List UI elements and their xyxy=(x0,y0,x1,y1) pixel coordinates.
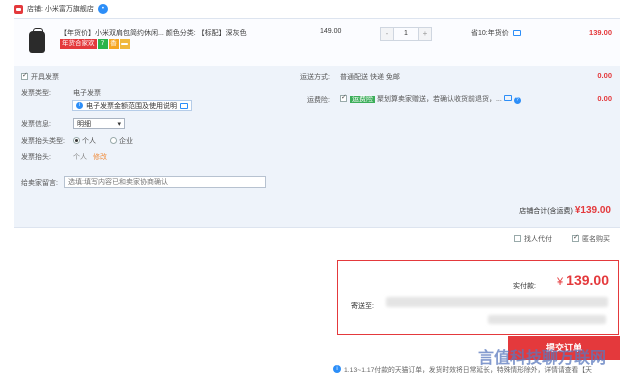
service-badge: 香 xyxy=(108,39,119,49)
order-options-panel: 开具发票 发票类型: 电子发票 i电子发票金额范围及使用说明 发票信息: 明细 ▾… xyxy=(14,66,620,227)
qty-minus-button[interactable]: - xyxy=(381,28,393,40)
invoice-toggle-label: 开具发票 xyxy=(31,74,59,81)
insurance-info: 运费险 聚划算卖家赠送，若确认收货前退货，... ? xyxy=(340,93,521,104)
invoice-title-type-label: 发票抬头类型: xyxy=(21,138,65,145)
promo-badge: 年货合家欢 xyxy=(60,39,97,49)
payment-summary: 实付款: ¥139.00 寄送至: xyxy=(337,260,619,335)
insurance-amount: 0.00 xyxy=(597,94,612,103)
chevron-down-icon: ▾ xyxy=(117,120,121,128)
message-icon xyxy=(180,102,188,109)
note-input[interactable] xyxy=(64,176,266,188)
invoice-type-value: 电子发票 xyxy=(73,90,101,97)
invoice-info-box[interactable]: i 电子发票金额范围及使用说明 xyxy=(72,100,192,111)
info-icon: i xyxy=(76,102,83,109)
currency-symbol: ¥ xyxy=(557,276,564,288)
card-icon: ▬ xyxy=(119,39,130,49)
proxy-pay-label: 找人代付 xyxy=(524,236,552,243)
store-icon xyxy=(14,4,23,14)
proxy-pay-option[interactable]: 找人代付 xyxy=(514,234,552,244)
radio-company-label: 企业 xyxy=(119,138,133,145)
divider xyxy=(14,227,620,228)
invoice-title-value: 个人 xyxy=(73,154,87,161)
order-item-row: 【年货价】小米双肩包简约休闲... 颜色分类: 【标配】深灰色 年货合家欢 7 … xyxy=(14,18,620,66)
invoice-info-select[interactable]: 明细 ▾ xyxy=(73,118,125,129)
invoice-type-label: 发票类型: xyxy=(21,90,51,97)
insurance-label: 运费险: xyxy=(307,97,330,104)
insurance-text: 聚划算卖家赠送，若确认收货前退货，... xyxy=(376,96,502,103)
address-redacted xyxy=(386,297,608,307)
proxy-pay-checkbox[interactable] xyxy=(514,235,521,242)
invoice-info-link[interactable]: 电子发票金额范围及使用说明 xyxy=(86,101,177,111)
quantity-stepper[interactable]: - 1 + xyxy=(380,27,432,41)
insurance-tag: 运费险 xyxy=(350,96,375,103)
invoice-checkbox[interactable] xyxy=(21,71,28,80)
radio-personal-label: 个人 xyxy=(82,138,96,145)
discount-text: 省10:年货价 xyxy=(471,30,509,37)
footer-tip-text[interactable]: 1.13~1.17付款的天猫订单，发货时效将日常延长，特殊情形除外，详情请查看【… xyxy=(344,364,592,374)
store-total: 店铺合计(含运费) ¥139.00 xyxy=(519,205,611,216)
store-total-label: 店铺合计(含运费) xyxy=(519,208,573,215)
return-days-badge: 7 xyxy=(97,39,108,49)
payment-amount: ¥139.00 xyxy=(557,272,609,288)
anonymous-label: 匿名购买 xyxy=(582,236,610,243)
store-name[interactable]: 店铺: 小米富万旗舰店 xyxy=(27,4,94,14)
ship-to-label: 寄送至: xyxy=(351,303,374,310)
message-icon[interactable] xyxy=(512,30,521,36)
product-badges: 年货合家欢 7 香 ▬ xyxy=(60,39,130,49)
invoice-info-selected: 明细 xyxy=(77,120,91,128)
delivery-amount: 0.00 xyxy=(597,71,612,80)
chat-icon[interactable]: • xyxy=(97,4,108,14)
product-title[interactable]: 【年货价】小米双肩包简约休闲... 颜色分类: 【标配】深灰色 xyxy=(60,28,280,38)
insurance-checkbox[interactable] xyxy=(340,93,347,102)
info-icon: i xyxy=(333,365,341,373)
footer-tip: i 1.13~1.17付款的天猫订单，发货时效将日常延长，特殊情形除外，详情请查… xyxy=(333,364,640,374)
message-icon[interactable] xyxy=(503,95,512,101)
help-icon[interactable]: ? xyxy=(513,97,521,104)
item-subtotal: 139.00 xyxy=(589,28,612,37)
recipient-redacted xyxy=(488,315,606,324)
payment-label: 实付款: xyxy=(513,283,536,290)
discount-info: 省10:年货价 xyxy=(471,28,521,38)
delivery-label: 运送方式: xyxy=(300,74,330,81)
radio-company-dot[interactable] xyxy=(110,137,117,144)
radio-personal[interactable]: 个人 xyxy=(73,136,96,146)
anonymous-checkbox[interactable] xyxy=(572,233,579,242)
qty-plus-button[interactable]: + xyxy=(419,28,431,40)
product-thumbnail[interactable] xyxy=(26,27,48,55)
note-label: 给卖家留言: xyxy=(21,180,58,187)
unit-price: 149.00 xyxy=(320,28,342,35)
store-total-amount: ¥139.00 xyxy=(574,205,611,216)
invoice-edit-link[interactable]: 修改 xyxy=(93,152,107,162)
invoice-info-label: 发票信息: xyxy=(21,121,51,128)
invoice-title-label: 发票抬头: xyxy=(21,154,51,161)
radio-personal-dot[interactable] xyxy=(73,137,80,144)
invoice-toggle[interactable]: 开具发票 xyxy=(21,71,59,82)
delivery-value: 普通配送 快递 免邮 xyxy=(340,74,400,81)
payment-value: 139.00 xyxy=(566,272,609,288)
anonymous-option[interactable]: 匿名购买 xyxy=(572,233,610,244)
radio-company[interactable]: 企业 xyxy=(110,136,133,146)
qty-input[interactable]: 1 xyxy=(393,28,419,40)
store-header: 店铺: 小米富万旗舰店 • xyxy=(14,2,108,16)
